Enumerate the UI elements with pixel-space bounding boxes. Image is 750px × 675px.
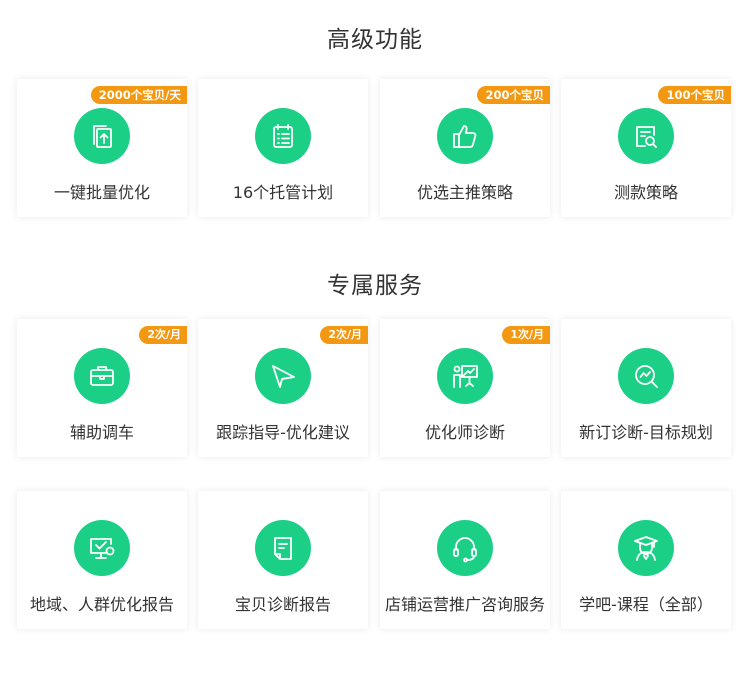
thumbs-up-icon xyxy=(437,108,493,164)
service-card-learning-courses[interactable]: 学吧-课程（全部） xyxy=(561,491,731,629)
feature-card-test-strategy[interactable]: 100个宝贝 测款策略 xyxy=(561,79,731,217)
feature-card-featured-strategy[interactable]: 200个宝贝 优选主推策略 xyxy=(380,79,550,217)
quota-badge: 100个宝贝 xyxy=(658,86,731,104)
graduate-icon xyxy=(618,520,674,576)
card-label: 测款策略 xyxy=(613,183,678,202)
service-card-new-order-diagnosis[interactable]: 新订诊断-目标规划 xyxy=(561,319,731,457)
quota-badge: 2次/月 xyxy=(139,326,187,344)
section-title-advanced: 高级功能 xyxy=(327,27,423,53)
service-card-optimizer-diagnosis[interactable]: 1次/月 优化师诊断 xyxy=(380,319,550,457)
service-card-assist-tuning[interactable]: 2次/月 辅助调车 xyxy=(17,319,187,457)
briefcase-icon xyxy=(74,348,130,404)
quota-badge: 2000个宝贝/天 xyxy=(90,86,187,104)
quota-badge: 2次/月 xyxy=(320,326,368,344)
card-label: 新订诊断-目标规划 xyxy=(579,423,713,442)
card-label: 优选主推策略 xyxy=(416,183,513,202)
card-label: 地域、人群优化报告 xyxy=(29,595,174,614)
card-label: 优化师诊断 xyxy=(424,423,505,442)
feature-card-hosting-plans[interactable]: 16个托管计划 xyxy=(198,79,368,217)
service-card-item-diagnosis-report[interactable]: 宝贝诊断报告 xyxy=(198,491,368,629)
quota-badge: 1次/月 xyxy=(502,326,550,344)
card-label: 跟踪指导-优化建议 xyxy=(216,423,350,442)
service-card-operation-consulting[interactable]: 店铺运营推广咨询服务 xyxy=(380,491,550,629)
card-label: 学吧-课程（全部） xyxy=(579,595,713,614)
service-card-region-crowd-report[interactable]: 地域、人群优化报告 xyxy=(17,491,187,629)
card-label: 宝贝诊断报告 xyxy=(234,595,331,614)
report-document-icon xyxy=(255,520,311,576)
card-label: 店铺运营推广咨询服务 xyxy=(384,595,545,614)
monitor-check-icon xyxy=(74,520,130,576)
headset-icon xyxy=(437,520,493,576)
section-title-services: 专属服务 xyxy=(327,273,423,299)
copy-upload-icon xyxy=(74,108,130,164)
card-label: 16个托管计划 xyxy=(232,183,334,202)
presenter-board-icon xyxy=(437,348,493,404)
feature-card-batch-optimize[interactable]: 2000个宝贝/天 一键批量优化 xyxy=(17,79,187,217)
trend-search-icon xyxy=(618,348,674,404)
paper-plane-icon xyxy=(255,348,311,404)
search-document-icon xyxy=(618,108,674,164)
service-card-tracking-guidance[interactable]: 2次/月 跟踪指导-优化建议 xyxy=(198,319,368,457)
card-label: 辅助调车 xyxy=(69,423,134,442)
card-label: 一键批量优化 xyxy=(53,183,150,202)
quota-badge: 200个宝贝 xyxy=(477,86,550,104)
calendar-list-icon xyxy=(255,108,311,164)
